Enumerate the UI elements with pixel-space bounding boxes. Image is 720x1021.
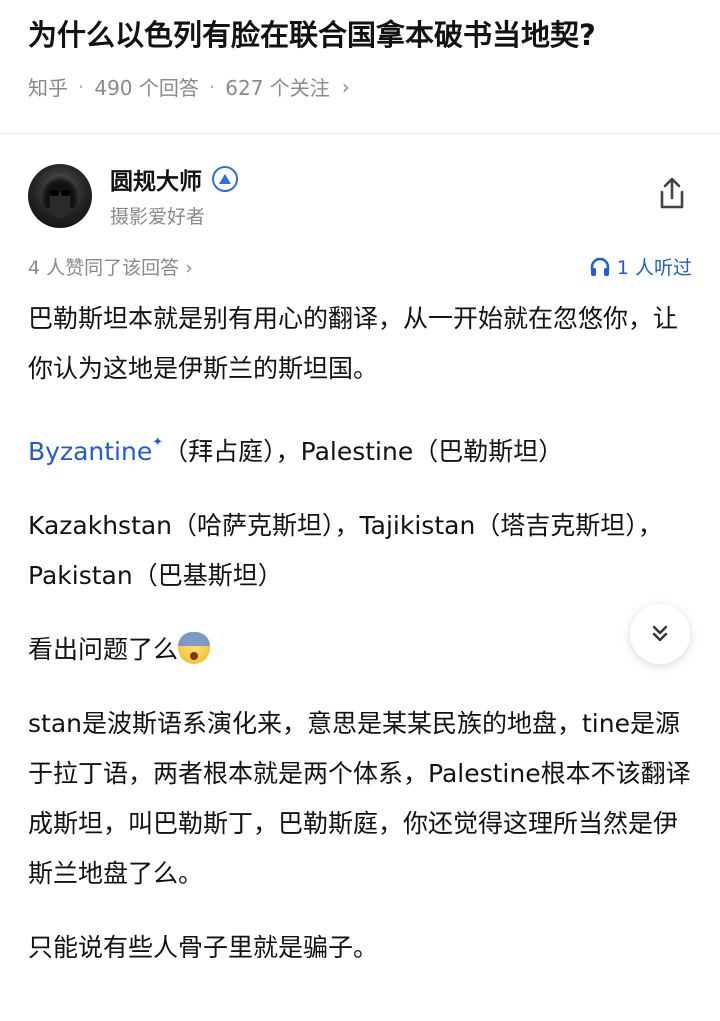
avatar-eye bbox=[50, 189, 59, 196]
author-name[interactable]: 圆规大师 bbox=[110, 162, 202, 196]
paragraph: 只能说有些人骨子里就是骗子。 bbox=[28, 933, 379, 962]
double-chevron-down-icon bbox=[652, 625, 668, 642]
paragraph: Byzantine✦（拜占庭），Palestine（巴勒斯坦） bbox=[28, 418, 692, 477]
follower-count: 627 个关注 bbox=[225, 76, 330, 100]
paragraph-rest: （拜占庭），Palestine（巴勒斯坦） bbox=[163, 437, 564, 466]
question-header: 为什么以色列有脸在联合国拿本破书当地契? 知乎 · 490 个回答 · 627 … bbox=[0, 0, 720, 101]
link-text: Byzantine bbox=[28, 437, 153, 466]
stats-row: 4 人赞同了该回答 › 1 人听过 bbox=[28, 253, 692, 280]
paragraph: stan是波斯语系演化来，意思是某某民族的地盘，tine是源于拉丁语，两者根本就… bbox=[28, 709, 691, 888]
author-name-row: 圆规大师 bbox=[110, 162, 238, 196]
question-title[interactable]: 为什么以色列有脸在联合国拿本破书当地契? bbox=[28, 14, 692, 56]
question-meta[interactable]: 知乎 · 490 个回答 · 627 个关注 › bbox=[28, 72, 692, 101]
byzantine-link[interactable]: Byzantine✦ bbox=[28, 435, 164, 466]
answer-count: 490 个回答 bbox=[94, 76, 199, 100]
chevron-right-icon: › bbox=[341, 74, 350, 99]
paragraph: 巴勒斯坦本就是别有用心的翻译，从一开始就在忽悠你，让你认为这地是伊斯兰的斯坦国。 bbox=[28, 304, 679, 383]
answer: 圆规大师 摄影爱好者 4 人赞同了该回答 › 1 人听过 巴勒斯坦本就是别有用心… bbox=[0, 162, 720, 973]
answer-content: 巴勒斯坦本就是别有用心的翻译，从一开始就在忽悠你，让你认为这地是伊斯兰的斯坦国。… bbox=[28, 294, 692, 973]
avatar-eye bbox=[61, 189, 70, 196]
listen-count: 1 人听过 bbox=[616, 257, 692, 279]
paragraph: 看出问题了么 bbox=[28, 625, 692, 675]
sparkle-icon: ✦ bbox=[152, 435, 164, 450]
answer-page: 为什么以色列有脸在联合国拿本破书当地契? 知乎 · 490 个回答 · 627 … bbox=[0, 0, 720, 1021]
paragraph-text: 看出问题了么 bbox=[28, 635, 179, 664]
headphones-icon bbox=[590, 257, 610, 276]
listen-button[interactable]: 1 人听过 bbox=[589, 253, 692, 280]
separator-dot: · bbox=[208, 74, 216, 99]
divider bbox=[0, 133, 720, 134]
paragraph: Kazakhstan（哈萨克斯坦），Tajikistan（塔吉克斯坦），Paki… bbox=[28, 511, 663, 590]
source-label: 知乎 bbox=[28, 76, 68, 100]
author-bio: 摄影爱好者 bbox=[110, 206, 206, 228]
author-info: 圆规大师 摄影爱好者 bbox=[110, 162, 238, 229]
likes-link[interactable]: 4 人赞同了该回答 › bbox=[28, 253, 193, 280]
anxious-face-emoji-icon bbox=[178, 632, 211, 664]
share-icon[interactable] bbox=[652, 174, 692, 214]
author-row: 圆规大师 摄影爱好者 bbox=[28, 162, 692, 229]
verified-badge-icon[interactable] bbox=[212, 166, 238, 192]
avatar[interactable] bbox=[28, 163, 92, 228]
separator-dot: · bbox=[78, 74, 85, 99]
likes-count: 4 人赞同了该回答 bbox=[28, 257, 180, 279]
chevron-right-icon: › bbox=[185, 257, 193, 279]
expand-button[interactable] bbox=[630, 604, 690, 664]
